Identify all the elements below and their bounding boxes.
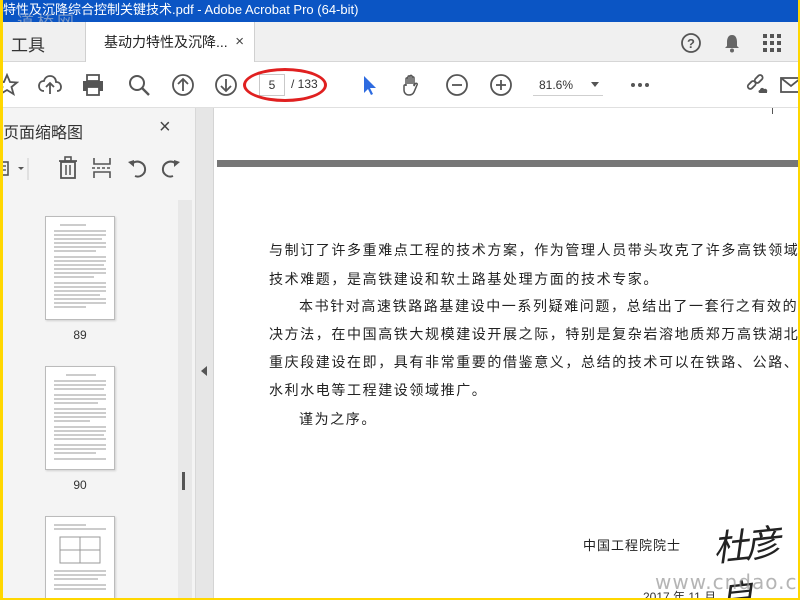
options-menu-icon[interactable] — [3, 158, 33, 180]
close-panel-icon[interactable]: × — [159, 116, 171, 139]
signature-title: 中国工程院院士 — [583, 538, 682, 553]
apps-grid-icon[interactable] — [761, 32, 783, 54]
document-text-line: 本书针对高速铁路路基建设中一系列疑难问题，总结出了一套行之有效的解 — [299, 299, 798, 315]
tab-tools[interactable]: 工具 — [11, 31, 45, 56]
thumbnail-page[interactable] — [45, 366, 115, 470]
svg-text:?: ? — [687, 36, 695, 51]
document-text-line: 与制订了许多重难点工程的技术方案，作为管理人员带头攻克了许多高铁领域的 — [269, 243, 798, 259]
page-mark — [772, 108, 773, 114]
main-toolbar: 5 / 133 81.6% — [3, 62, 798, 108]
extract-page-icon[interactable] — [91, 156, 113, 180]
more-tools-icon[interactable] — [628, 73, 652, 97]
thumbnails-panel: 页面缩略图 × 89 90 — [3, 108, 196, 598]
thumbnail-page[interactable] — [45, 516, 115, 598]
tab-document[interactable]: 基动力特性及沉降... × — [85, 22, 255, 62]
rotate-right-icon[interactable] — [159, 157, 183, 181]
rotate-left-icon[interactable] — [125, 157, 149, 181]
document-text-line: 重庆段建设在即，具有非常重要的借鉴意义，总结的技术可以在铁路、公路、市政 — [269, 355, 798, 371]
highlight-annotation — [243, 68, 327, 102]
panel-toolbar — [3, 154, 193, 184]
tab-document-label: 基动力特性及沉降... — [104, 34, 228, 50]
document-text-line: 技术难题，是高铁建设和软土路基处理方面的技术专家。 — [269, 272, 659, 288]
zoom-select[interactable]: 81.6% — [533, 74, 603, 96]
select-cursor-icon[interactable] — [357, 73, 381, 97]
print-icon[interactable] — [81, 73, 105, 97]
thumbnail-label: 90 — [73, 478, 87, 492]
email-icon[interactable] — [779, 73, 798, 97]
thumbnail-label: 89 — [73, 328, 87, 342]
document-date: 2017 年 11 月 — [643, 590, 717, 598]
delete-page-icon[interactable] — [57, 156, 79, 180]
document-text-line: 决方法，在中国高铁大规模建设开展之际，特别是复杂岩溶地质郑万高铁湖北段 — [269, 327, 798, 343]
zoom-in-icon[interactable] — [489, 73, 513, 97]
bookmark-star-icon[interactable] — [3, 73, 19, 97]
collapse-left-arrow-icon[interactable] — [201, 366, 207, 376]
previous-page-icon[interactable] — [171, 73, 195, 97]
cloud-upload-icon[interactable] — [37, 73, 62, 97]
zoom-value: 81.6% — [539, 78, 574, 92]
close-tab-icon[interactable]: × — [235, 22, 244, 62]
panel-collapse-strip[interactable] — [196, 108, 214, 598]
zoom-out-icon[interactable] — [445, 73, 469, 97]
share-link-icon[interactable] — [745, 73, 769, 97]
panel-title: 页面缩略图 — [3, 125, 84, 142]
search-icon[interactable] — [127, 73, 151, 97]
thumbnail-list: 89 90 — [3, 200, 178, 598]
acrobat-window: 特性及沉降综合控制关键技术.pdf - Adobe Acrobat Pro (6… — [3, 0, 798, 598]
scrollbar-thumb[interactable] — [182, 472, 185, 490]
chevron-down-icon — [591, 82, 599, 87]
bell-icon[interactable] — [721, 32, 743, 54]
thumbnail-scrollbar[interactable] — [178, 200, 192, 598]
next-page-icon[interactable] — [214, 73, 238, 97]
hand-tool-icon[interactable] — [399, 73, 423, 97]
document-view[interactable]: 与制订了许多重难点工程的技术方案，作为管理人员带头攻克了许多高铁领域的 技术难题… — [215, 108, 798, 598]
page-separator — [217, 160, 798, 167]
help-icon[interactable]: ? — [680, 32, 702, 54]
thumbnail-page[interactable] — [45, 216, 115, 320]
document-text-line: 水利水电等工程建设领域推广。 — [269, 383, 488, 399]
tab-bar: 工具 基动力特性及沉降... × ? — [3, 22, 798, 62]
title-bar: 特性及沉降综合控制关键技术.pdf - Adobe Acrobat Pro (6… — [3, 0, 798, 22]
document-text-line: 谨为之序。 — [299, 412, 377, 428]
